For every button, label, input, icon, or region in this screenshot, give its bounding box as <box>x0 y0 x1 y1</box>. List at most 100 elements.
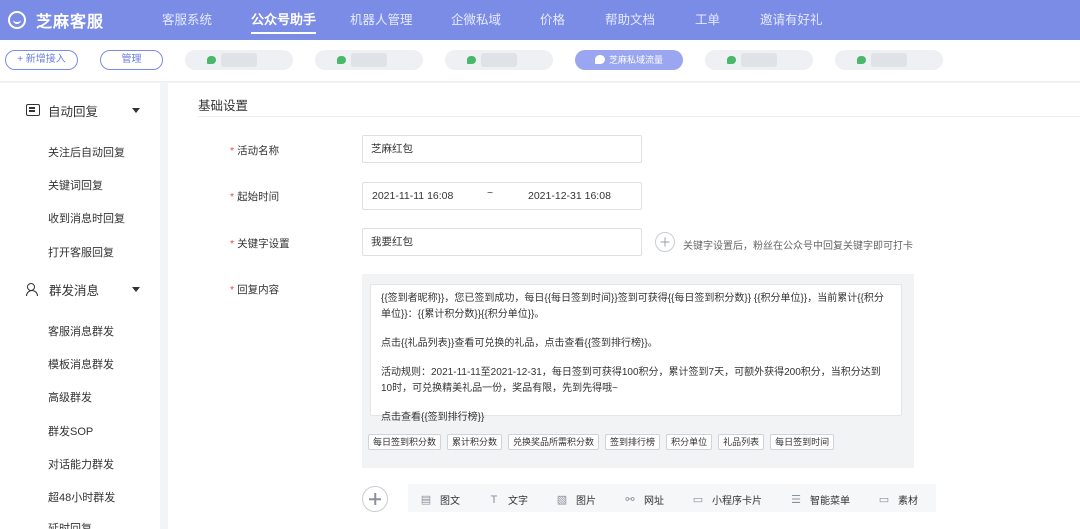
tool-label: 智能菜单 <box>810 496 850 507</box>
sidebar-item-open-cs-reply[interactable]: 打开客服回复 <box>48 244 114 260</box>
wechat-icon <box>595 55 605 64</box>
add-access-button[interactable]: + 新增接入 <box>5 50 78 70</box>
tool-miniprogram-card[interactable]: ▭ 小程序卡片 <box>692 492 762 507</box>
reply-panel: {{签到者昵称}}，您已签到成功，每日{{每日签到时间}}签到可获得{{每日签到… <box>362 274 914 468</box>
activity-name-label: * 活动名称 <box>230 143 279 158</box>
account-tab-active[interactable]: 芝麻私域流量 <box>575 50 683 70</box>
sidebar-item-mass-sop[interactable]: 群发SOP <box>48 423 93 439</box>
account-strip: + 新增接入 管理 芝麻私域流量 <box>0 40 1080 82</box>
image-icon: ▧ <box>556 494 568 506</box>
variable-tag[interactable]: 签到排行榜 <box>605 434 661 450</box>
reply-paragraph: {{签到者昵称}}，您已签到成功，每日{{每日签到时间}}签到可获得{{每日签到… <box>381 293 884 320</box>
nav-item-invite[interactable]: 邀请有好礼 <box>760 0 823 40</box>
required-mark: * <box>230 284 235 296</box>
keyword-hint: 关键字设置后，粉丝在公众号中回复关键字即可打卡 <box>683 241 913 252</box>
sidebar-item-cs-mass[interactable]: 客服消息群发 <box>48 323 114 339</box>
content-type-toolbar: ▤ 图文 T 文字 ▧ 图片 ⚯ 网址 ▭ 小程序卡片 ☰ 智能菜单 ▭ 素材 <box>408 484 936 512</box>
sidebar-group-mass-message[interactable]: 群发消息 <box>26 279 140 299</box>
nav-item-customer-service[interactable]: 客服系统 <box>162 0 212 40</box>
tool-label: 小程序卡片 <box>712 496 762 507</box>
tool-article[interactable]: ▤ 图文 <box>420 492 460 507</box>
nav-item-ticket[interactable]: 工单 <box>695 0 720 40</box>
range-separator: ~ <box>487 187 494 199</box>
nav-item-docs[interactable]: 帮助文档 <box>605 0 655 40</box>
manage-button[interactable]: 管理 <box>100 50 163 70</box>
tool-link[interactable]: ⚯ 网址 <box>624 492 664 507</box>
variable-tag[interactable]: 每日签到积分数 <box>368 434 442 450</box>
required-mark: * <box>230 145 235 157</box>
caret-down-icon <box>132 108 140 113</box>
sidebar: 自动回复 关注后自动回复 关键词回复 收到消息时回复 打开客服回复 群发消息 客… <box>0 83 160 529</box>
users-icon <box>26 282 41 296</box>
section-title: 基础设置 <box>198 99 249 113</box>
nav-item-wecom[interactable]: 企微私域 <box>451 0 501 40</box>
link-icon: ⚯ <box>625 494 635 506</box>
nav-item-price[interactable]: 价格 <box>540 0 565 40</box>
variable-tag[interactable]: 积分单位 <box>666 434 713 450</box>
account-tab[interactable] <box>185 50 293 70</box>
tool-text[interactable]: T 文字 <box>488 492 528 508</box>
article-icon: ▤ <box>420 494 432 506</box>
tool-smart-menu[interactable]: ☰ 智能菜单 <box>790 492 850 507</box>
caret-down-icon <box>132 287 140 292</box>
label-text: 回复内容 <box>237 284 280 296</box>
required-mark: * <box>230 191 235 203</box>
tool-label: 图文 <box>440 496 460 507</box>
menu-icon: ☰ <box>791 494 801 506</box>
end-time-value: 2021-12-31 16:08 <box>528 190 611 202</box>
divider <box>198 116 1080 117</box>
tool-material[interactable]: ▭ 素材 <box>878 492 918 507</box>
label-text: 关键字设置 <box>237 238 290 250</box>
account-tab[interactable] <box>705 50 813 70</box>
account-tab[interactable] <box>445 50 553 70</box>
required-mark: * <box>230 238 235 250</box>
wechat-icon <box>727 56 736 64</box>
sidebar-group-label: 群发消息 <box>49 283 100 298</box>
add-reply-button[interactable] <box>362 486 388 512</box>
variable-tag[interactable]: 礼品列表 <box>718 434 765 450</box>
keyword-input[interactable]: 我要红包 <box>362 228 642 256</box>
start-time-value: 2021-11-11 16:08 <box>372 190 454 202</box>
sidebar-item-keyword-reply[interactable]: 关键词回复 <box>48 177 103 193</box>
add-keyword-button[interactable] <box>655 232 675 252</box>
activity-name-input[interactable]: 芝麻红包 <box>362 135 642 163</box>
text-icon: T <box>490 493 498 506</box>
sidebar-item-delay-reply[interactable]: 延时回复 <box>48 520 92 529</box>
account-name-redacted <box>351 53 387 67</box>
sidebar-item-advanced-mass[interactable]: 高级群发 <box>48 389 92 405</box>
active-account-name: 芝麻私域流量 <box>609 55 664 65</box>
tool-image[interactable]: ▧ 图片 <box>556 492 596 507</box>
tool-label: 网址 <box>644 496 664 507</box>
sidebar-group-auto-reply[interactable]: 自动回复 <box>26 100 140 120</box>
label-text: 活动名称 <box>237 145 280 157</box>
sidebar-item-template-mass[interactable]: 模板消息群发 <box>48 356 114 372</box>
date-range-picker[interactable]: 2021-11-11 16:08 ~ 2021-12-31 16:08 <box>362 182 642 210</box>
sidebar-item-follow-reply[interactable]: 关注后自动回复 <box>48 144 125 160</box>
sidebar-group-label: 自动回复 <box>48 104 99 119</box>
tool-label: 图片 <box>576 496 596 507</box>
variable-tag[interactable]: 兑换奖品所需积分数 <box>508 434 600 450</box>
brand[interactable]: 芝麻客服 <box>0 0 160 40</box>
variable-tag[interactable]: 每日签到时间 <box>770 434 835 450</box>
variable-tag[interactable]: 累计积分数 <box>447 434 503 450</box>
smile-circle-icon <box>8 11 26 29</box>
account-name-redacted <box>741 53 777 67</box>
reply-paragraph: 点击{{礼品列表}}查看可兑换的礼品，点击查看{{签到排行榜}}。 <box>381 338 658 349</box>
nav-item-official-account[interactable]: 公众号助手 <box>251 0 317 40</box>
wechat-icon <box>857 56 866 64</box>
sidebar-item-message-reply[interactable]: 收到消息时回复 <box>48 210 125 226</box>
material-icon: ▭ <box>878 494 890 506</box>
reply-paragraph: 点击查看{{签到排行榜}} <box>381 412 485 423</box>
main-content: 基础设置 * 活动名称 芝麻红包 * 起始时间 2021-11-11 16:08 ~… <box>168 83 1080 529</box>
account-name-redacted <box>481 53 517 67</box>
nav-item-robot[interactable]: 机器人管理 <box>350 0 413 40</box>
account-tab[interactable] <box>315 50 423 70</box>
account-name-redacted <box>871 53 907 67</box>
wechat-icon <box>467 56 476 64</box>
sidebar-item-dialog-mass[interactable]: 对话能力群发 <box>48 456 114 472</box>
keyword-label: * 关键字设置 <box>230 236 290 251</box>
sidebar-item-48h-mass[interactable]: 超48小时群发 <box>48 489 115 505</box>
account-tab[interactable] <box>835 50 943 70</box>
wechat-icon <box>337 56 346 64</box>
reply-content-editor[interactable]: {{签到者昵称}}，您已签到成功，每日{{每日签到时间}}签到可获得{{每日签到… <box>370 284 902 423</box>
